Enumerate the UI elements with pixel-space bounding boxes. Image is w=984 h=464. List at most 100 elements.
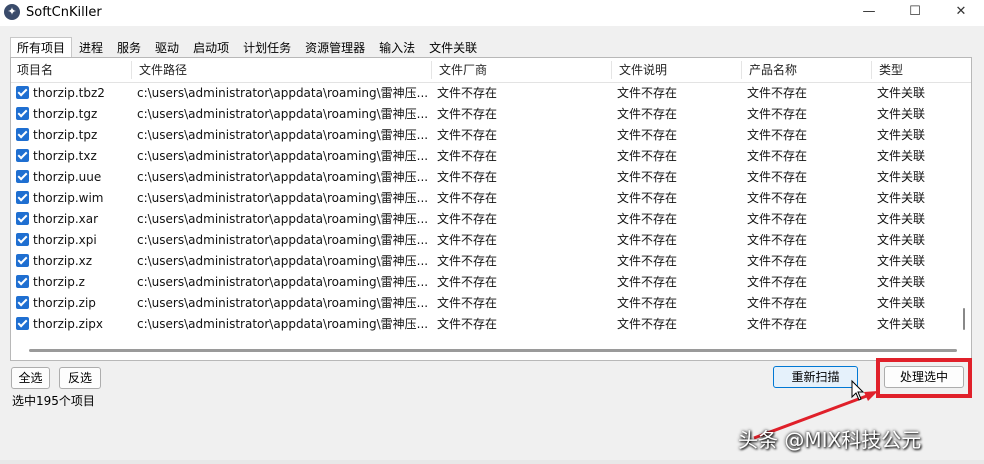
cell-product: 文件不存在 <box>747 212 808 226</box>
title-bar: ✦ SoftCnKiller — ☐ ✕ <box>0 0 984 26</box>
column-header-vendor[interactable]: 文件厂商 <box>433 58 487 82</box>
table-row[interactable]: thorzip.xz c:\users\administrator\appdat… <box>11 251 959 272</box>
tab-input-method[interactable]: 输入法 <box>372 37 422 57</box>
checkbox[interactable] <box>16 191 29 204</box>
cell-path: c:\users\administrator\appdata\roaming\雷… <box>137 296 427 310</box>
table-row[interactable]: thorzip.zip c:\users\administrator\appda… <box>11 293 959 314</box>
column-divider[interactable] <box>871 61 872 79</box>
select-all-button[interactable]: 全选 <box>11 367 50 389</box>
table-row[interactable]: thorzip.tbz2 c:\users\administrator\appd… <box>11 83 959 104</box>
invert-selection-button[interactable]: 反选 <box>59 367 101 389</box>
checkbox[interactable] <box>16 275 29 288</box>
cell-description: 文件不存在 <box>617 170 678 184</box>
table-row[interactable]: thorzip.tpz c:\users\administrator\appda… <box>11 125 959 146</box>
column-divider[interactable] <box>741 61 742 79</box>
cell-name: thorzip.uue <box>33 170 102 184</box>
vertical-scroll-thumb[interactable] <box>963 308 965 330</box>
cell-vendor: 文件不存在 <box>437 212 498 226</box>
table-row[interactable]: thorzip.tgz c:\users\administrator\appda… <box>11 104 959 125</box>
cell-name: thorzip.zip <box>33 296 96 310</box>
cell-type: 文件关联 <box>877 254 926 268</box>
column-header-path[interactable]: 文件路径 <box>133 58 187 82</box>
items-list: 项目名 文件路径 文件厂商 文件说明 产品名称 类型 thorzip.tbz2 … <box>10 57 972 361</box>
vertical-scrollbar[interactable] <box>959 82 971 344</box>
checkbox[interactable] <box>16 212 29 225</box>
column-divider[interactable] <box>131 61 132 79</box>
cell-name: thorzip.wim <box>33 191 104 205</box>
checkbox[interactable] <box>16 170 29 183</box>
column-header-product[interactable]: 产品名称 <box>743 58 797 82</box>
table-row[interactable]: thorzip.zipx c:\users\administrator\appd… <box>11 314 959 335</box>
highlight-box <box>876 358 972 398</box>
tab-explorer[interactable]: 资源管理器 <box>298 37 372 57</box>
cell-product: 文件不存在 <box>747 254 808 268</box>
cell-type: 文件关联 <box>877 233 926 247</box>
cell-vendor: 文件不存在 <box>437 296 498 310</box>
window-title: SoftCnKiller <box>26 5 102 20</box>
close-button[interactable]: ✕ <box>938 0 984 26</box>
checkbox[interactable] <box>16 254 29 267</box>
cell-path: c:\users\administrator\appdata\roaming\雷… <box>137 191 427 205</box>
cell-description: 文件不存在 <box>617 254 678 268</box>
cell-path: c:\users\administrator\appdata\roaming\雷… <box>137 317 427 331</box>
cell-product: 文件不存在 <box>747 275 808 289</box>
cell-description: 文件不存在 <box>617 317 678 331</box>
checkbox[interactable] <box>16 317 29 330</box>
cell-product: 文件不存在 <box>747 296 808 310</box>
cell-product: 文件不存在 <box>747 191 808 205</box>
cell-type: 文件关联 <box>877 191 926 205</box>
cell-name: thorzip.xpi <box>33 233 97 247</box>
tab-file-association[interactable]: 文件关联 <box>422 37 484 57</box>
table-row[interactable]: thorzip.xar c:\users\administrator\appda… <box>11 209 959 230</box>
checkbox[interactable] <box>16 107 29 120</box>
cell-path: c:\users\administrator\appdata\roaming\雷… <box>137 275 427 289</box>
tab-services[interactable]: 服务 <box>110 37 148 57</box>
cell-description: 文件不存在 <box>617 233 678 247</box>
cell-vendor: 文件不存在 <box>437 254 498 268</box>
tab-drivers[interactable]: 驱动 <box>148 37 186 57</box>
cell-path: c:\users\administrator\appdata\roaming\雷… <box>137 128 427 142</box>
horizontal-scrollbar[interactable] <box>29 349 957 352</box>
cell-product: 文件不存在 <box>747 128 808 142</box>
minimize-button[interactable]: — <box>846 0 892 26</box>
table-row[interactable]: thorzip.txz c:\users\administrator\appda… <box>11 146 959 167</box>
cell-description: 文件不存在 <box>617 149 678 163</box>
cell-vendor: 文件不存在 <box>437 149 498 163</box>
table-row[interactable]: thorzip.uue c:\users\administrator\appda… <box>11 167 959 188</box>
checkbox[interactable] <box>16 296 29 309</box>
table-row[interactable]: thorzip.z c:\users\administrator\appdata… <box>11 272 959 293</box>
cell-product: 文件不存在 <box>747 170 808 184</box>
cell-description: 文件不存在 <box>617 212 678 226</box>
column-header-type[interactable]: 类型 <box>873 58 903 82</box>
cell-name: thorzip.tgz <box>33 107 98 121</box>
tab-scheduled-tasks[interactable]: 计划任务 <box>236 37 298 57</box>
cell-product: 文件不存在 <box>747 149 808 163</box>
cell-type: 文件关联 <box>877 212 926 226</box>
tab-startup[interactable]: 启动项 <box>186 37 236 57</box>
column-header-name[interactable]: 项目名 <box>11 58 53 82</box>
cell-type: 文件关联 <box>877 296 926 310</box>
cell-path: c:\users\administrator\appdata\roaming\雷… <box>137 254 427 268</box>
column-header-description[interactable]: 文件说明 <box>613 58 667 82</box>
cell-name: thorzip.txz <box>33 149 97 163</box>
column-divider[interactable] <box>611 61 612 79</box>
tab-processes[interactable]: 进程 <box>72 37 110 57</box>
list-header: 项目名 文件路径 文件厂商 文件说明 产品名称 类型 <box>11 58 971 83</box>
table-row[interactable]: thorzip.wim c:\users\administrator\appda… <box>11 188 959 209</box>
cell-vendor: 文件不存在 <box>437 86 498 100</box>
checkbox[interactable] <box>16 149 29 162</box>
cell-name: thorzip.xar <box>33 212 99 226</box>
column-divider[interactable] <box>431 61 432 79</box>
checkbox[interactable] <box>16 233 29 246</box>
tab-all-items[interactable]: 所有项目 <box>10 37 73 57</box>
cell-path: c:\users\administrator\appdata\roaming\雷… <box>137 86 427 100</box>
maximize-button[interactable]: ☐ <box>892 0 938 26</box>
table-row[interactable]: thorzip.xpi c:\users\administrator\appda… <box>11 230 959 251</box>
checkbox[interactable] <box>16 128 29 141</box>
rescan-button[interactable]: 重新扫描 <box>773 366 858 388</box>
cell-vendor: 文件不存在 <box>437 191 498 205</box>
selection-status: 选中195个项目 <box>12 394 95 408</box>
checkbox[interactable] <box>16 86 29 99</box>
cell-name: thorzip.z <box>33 275 85 289</box>
cell-description: 文件不存在 <box>617 128 678 142</box>
